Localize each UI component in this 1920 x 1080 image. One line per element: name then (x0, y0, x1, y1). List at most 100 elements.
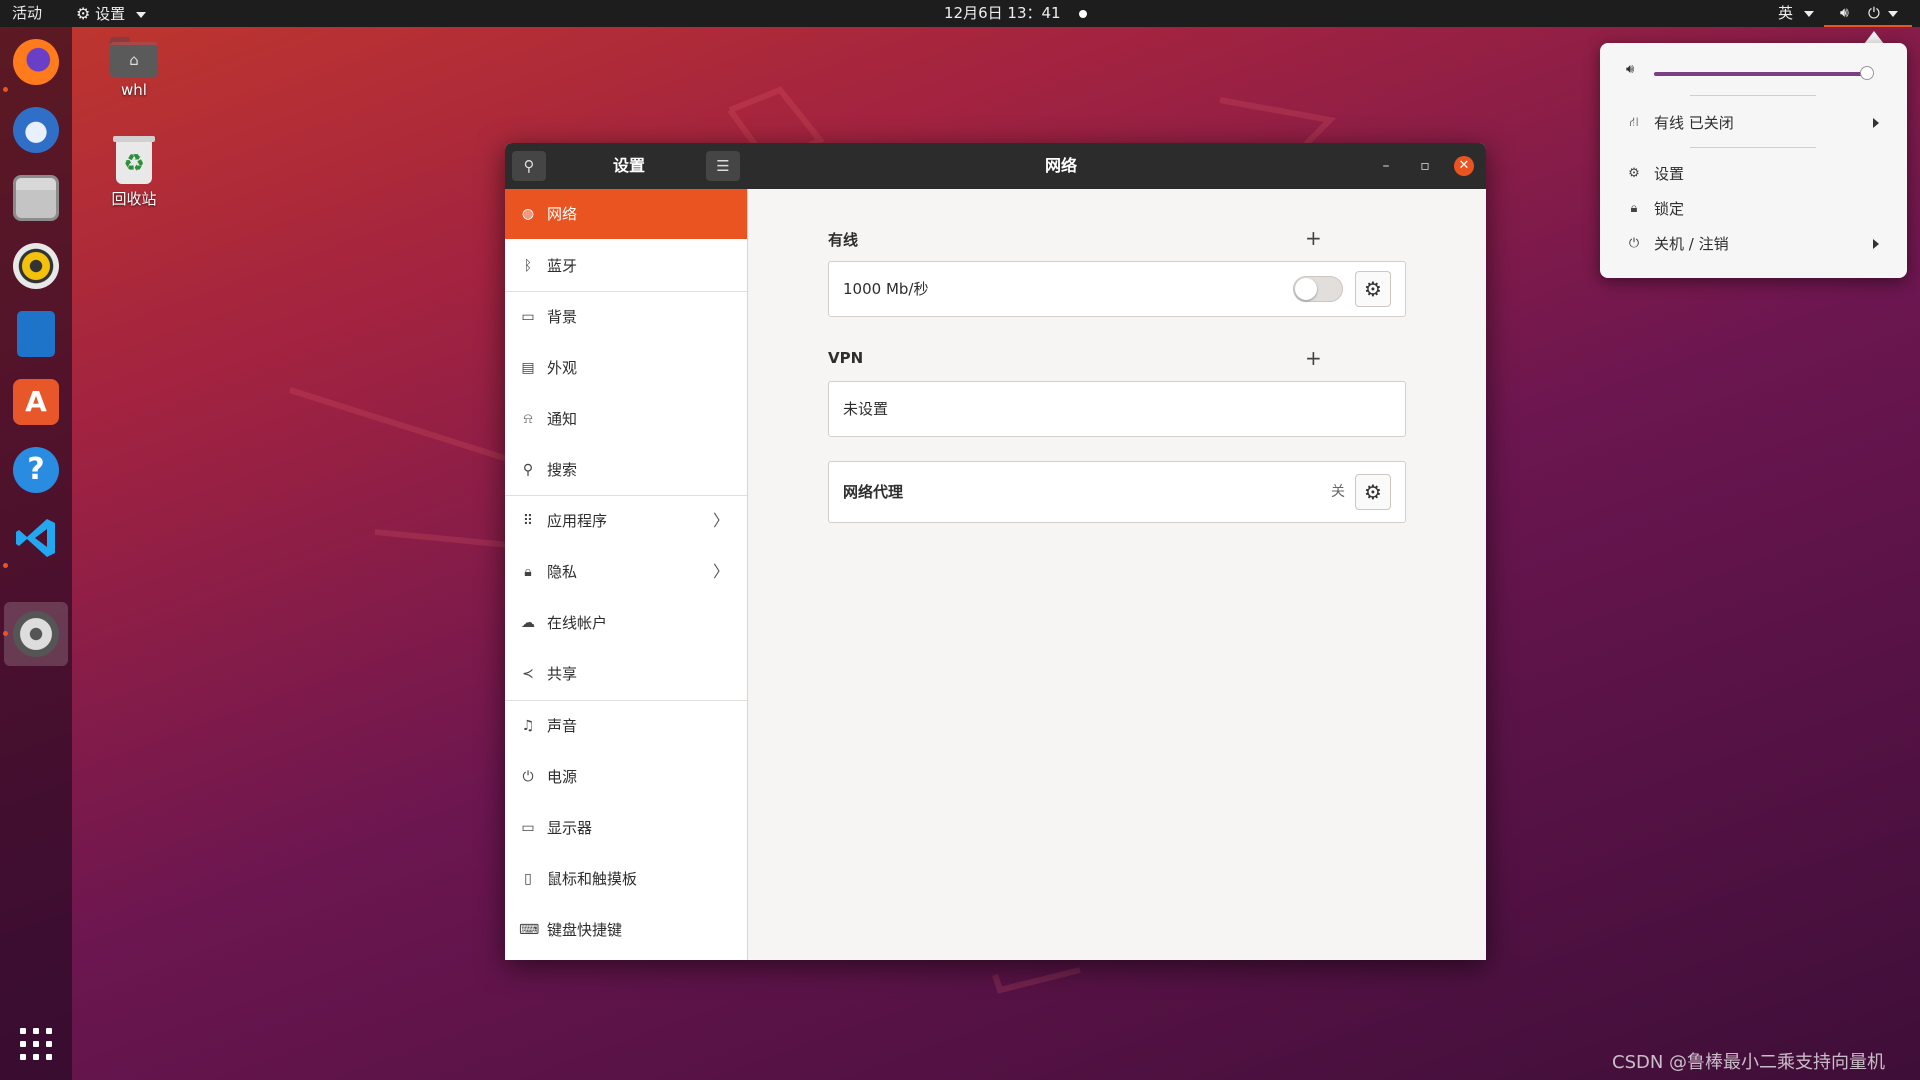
sidebar-item-mouse-touchpad[interactable]: ▯ 鼠标和触摸板 (505, 854, 747, 904)
notification-dot-icon (1079, 9, 1088, 18)
chevron-right-icon (1873, 118, 1879, 128)
volume-slider-handle[interactable] (1860, 66, 1875, 80)
display-icon: ▭ (521, 820, 535, 836)
wired-menu-item[interactable]: ⛙ 有线 已关闭 (1600, 108, 1907, 138)
sidebar-item-label: 键盘快捷键 (547, 921, 623, 939)
writer-icon (17, 311, 55, 357)
power-menu-item[interactable]: ⏻ 关机 / 注销 (1600, 229, 1907, 259)
running-indicator (3, 631, 8, 636)
window-titlebar[interactable]: ⚲ 设置 ☰ 网络 – ▫ ✕ (505, 143, 1486, 189)
dock-writer[interactable] (9, 307, 63, 361)
vpn-section-title: VPN (828, 349, 864, 367)
help-icon: ? (13, 447, 59, 493)
volume-icon: 🔊︎ (1626, 62, 1635, 77)
bluetooth-icon: ᛒ (523, 258, 533, 274)
settings-sidebar: ◍ 网络 ᛒ 蓝牙 ▭ 背景 ▤ 外观 ⍾ 通知 ⚲ 搜索 ⠿ 应用程序 〉 🔒… (505, 189, 748, 960)
settings-menu-item[interactable]: ⚙ 设置 (1600, 159, 1907, 189)
sidebar-item-label: 蓝牙 (547, 257, 578, 275)
network-proxy-settings-button[interactable]: ⚙ (1355, 474, 1391, 510)
dock-files[interactable] (9, 171, 63, 225)
sidebar-item-label: 搜索 (547, 461, 578, 479)
gear-icon: ⚙ (1628, 166, 1640, 181)
app-menu-button[interactable]: ⚙ 设置 (76, 0, 146, 27)
dock-thunderbird[interactable] (9, 103, 63, 157)
sidebar-item-label: 外观 (547, 359, 578, 377)
plus-icon: + (1305, 226, 1322, 250)
vpn-empty-row: 未设置 (828, 381, 1406, 437)
home-folder-icon: ⌂ (110, 37, 158, 77)
sidebar-item-sound[interactable]: ♫ 声音 (505, 701, 747, 751)
sidebar-item-bluetooth[interactable]: ᛒ 蓝牙 (505, 241, 747, 291)
watermark-text: CSDN @鲁棒最小二乘支持向量机 (1612, 1052, 1886, 1073)
sidebar-item-sharing[interactable]: ≺ 共享 (505, 649, 747, 699)
sidebar-item-background[interactable]: ▭ 背景 (505, 292, 747, 342)
dock-settings[interactable] (9, 607, 63, 661)
maximize-button[interactable]: ▫ (1415, 156, 1435, 176)
firefox-icon (13, 39, 59, 85)
sidebar-item-privacy[interactable]: 🔒︎ 隐私 〉 (505, 547, 747, 597)
apps-icon: ⠿ (522, 513, 534, 529)
activities-button[interactable]: 活动 (12, 0, 42, 27)
dock-software[interactable]: A (9, 375, 63, 429)
chevron-down-icon (135, 11, 146, 18)
chevron-down-icon (1803, 10, 1814, 17)
input-method-button[interactable]: 英 (1778, 0, 1814, 27)
sidebar-item-appearance[interactable]: ▤ 外观 (505, 343, 747, 393)
show-applications-button[interactable] (20, 1028, 52, 1060)
sidebar-item-search[interactable]: ⚲ 搜索 (505, 445, 747, 495)
menu-button[interactable]: ☰ (706, 151, 740, 181)
dock-rhythmbox[interactable] (9, 239, 63, 293)
wired-toggle[interactable] (1293, 276, 1343, 302)
dock-firefox[interactable] (9, 35, 63, 89)
trash-icon: ♻ (113, 136, 155, 184)
sidebar-item-label: 在线帐户 (547, 614, 608, 632)
cloud-icon: ☁ (521, 615, 535, 631)
sidebar-item-power[interactable]: ⏻ 电源 (505, 752, 747, 802)
sidebar-item-applications[interactable]: ⠿ 应用程序 〉 (505, 496, 747, 546)
sidebar-item-keyboard-shortcuts[interactable]: ⌨ 键盘快捷键 (505, 905, 747, 955)
add-wired-button[interactable]: + (1305, 226, 1322, 250)
close-icon: ✕ (1458, 158, 1470, 173)
sidebar-item-label: 隐私 (547, 563, 578, 581)
keyboard-icon: ⌨ (519, 922, 540, 938)
dock-help[interactable]: ? (9, 443, 63, 497)
clock-button[interactable]: 12月6日 13：41 (944, 0, 1088, 27)
input-method-label: 英 (1778, 4, 1794, 22)
search-button[interactable]: ⚲ (512, 151, 546, 181)
desktop-trash[interactable]: ♻ 回收站 (89, 136, 179, 209)
network-icon: ◍ (521, 206, 535, 222)
wired-settings-button[interactable]: ⚙ (1355, 271, 1391, 307)
gear-icon: ⚙ (1364, 480, 1382, 504)
wired-menu-label: 有线 已关闭 (1654, 114, 1734, 132)
lock-icon: 🔒︎ (1630, 201, 1638, 216)
appearance-icon: ▤ (521, 360, 535, 376)
sidebar-item-online-accounts[interactable]: ☁ 在线帐户 (505, 598, 747, 648)
sidebar-item-network[interactable]: ◍ 网络 (505, 189, 747, 239)
sidebar-item-displays[interactable]: ▭ 显示器 (505, 803, 747, 853)
volume-slider[interactable] (1654, 66, 1875, 80)
menu-separator (1690, 95, 1816, 96)
minimize-button[interactable]: – (1376, 156, 1396, 176)
wired-network-icon: ⛙ (1629, 115, 1639, 130)
trash-label: 回收站 (111, 190, 157, 208)
add-vpn-button[interactable]: + (1305, 346, 1322, 370)
wired-section-title: 有线 (828, 231, 859, 249)
lock-menu-item[interactable]: 🔒︎ 锁定 (1600, 194, 1907, 224)
sidebar-item-label: 共享 (547, 665, 578, 683)
system-menu-button[interactable]: 🔊︎ ⏻ (1824, 0, 1912, 27)
desktop-home-folder[interactable]: ⌂ whl (89, 37, 179, 99)
close-button[interactable]: ✕ (1454, 156, 1474, 176)
network-panel: 有线 + 1000 Mb/秒 ⚙ VPN + 未设置 网络代理 关 ⚙ (748, 189, 1486, 960)
running-indicator (3, 87, 8, 92)
settings-icon (13, 611, 59, 657)
dock-vscode[interactable] (9, 511, 63, 565)
search-icon: ⚲ (522, 462, 534, 478)
sidebar-item-notifications[interactable]: ⍾ 通知 (505, 394, 747, 444)
mouse-icon: ▯ (524, 871, 532, 887)
settings-menu-label: 设置 (1654, 165, 1685, 183)
network-proxy-row[interactable]: 网络代理 关 ⚙ (828, 461, 1406, 523)
page-title: 网络 (1044, 156, 1077, 175)
chevron-right-icon (1873, 239, 1879, 249)
running-indicator (3, 563, 8, 568)
sidebar-item-label: 声音 (547, 717, 578, 735)
